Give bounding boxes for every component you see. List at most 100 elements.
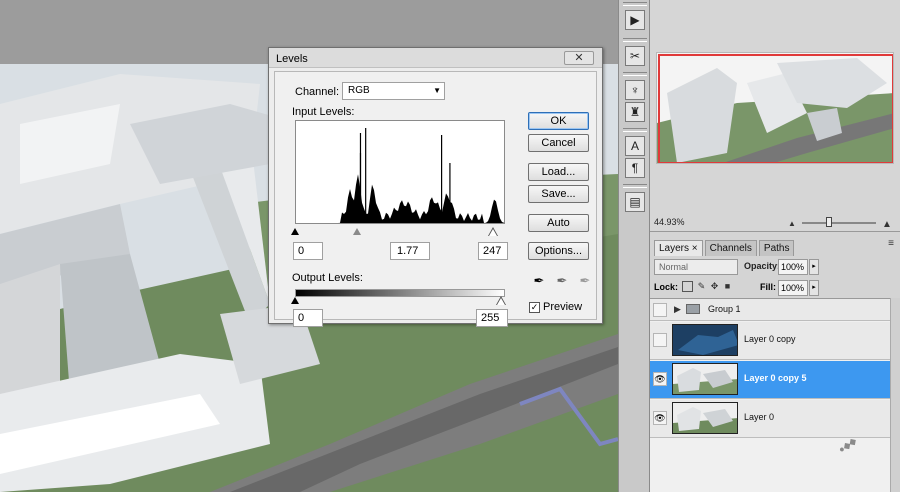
input-white-point-handle[interactable] xyxy=(489,229,497,236)
histogram-fill xyxy=(296,174,504,223)
lock-icon[interactable]: ■ xyxy=(722,281,733,292)
navigator-thumbnail[interactable] xyxy=(656,52,894,164)
eyedropper-black-icon[interactable]: ✒ xyxy=(531,273,547,289)
close-icon[interactable]: ✕ xyxy=(564,51,594,65)
layer-name[interactable]: Layer 0 copy xyxy=(744,334,796,344)
preview-label[interactable]: Preview xyxy=(543,301,582,313)
navigator-view-box[interactable] xyxy=(658,54,893,163)
visibility-toggle[interactable] xyxy=(653,333,667,347)
layers-panel: Layers × Channels Paths ≡ Normal Opacity… xyxy=(650,236,900,492)
layer-thumbnail xyxy=(672,402,738,434)
layer-row-group-1[interactable]: ▶ Group 1 xyxy=(650,299,890,321)
fill-field[interactable]: 100% xyxy=(778,280,808,296)
dialog-body: Channel: RGB ▼ Input Levels: 0 1.77 247 … xyxy=(274,71,597,327)
layer-list: ▶ Group 1 Layer 0 copy 👁 Layer 0 copy 5 … xyxy=(650,298,900,492)
blend-mode-select[interactable]: Normal xyxy=(654,259,738,275)
navigator-zoom-slider[interactable] xyxy=(802,222,876,224)
eyedropper-gray-icon[interactable]: ✒ xyxy=(554,273,570,289)
layer-thumbnail xyxy=(672,363,738,395)
channel-select[interactable]: RGB ▼ xyxy=(342,82,445,100)
output-black-field[interactable]: 0 xyxy=(293,309,323,327)
opacity-arrow-icon[interactable]: ▸ xyxy=(809,259,819,275)
paragraph-icon[interactable]: ¶ xyxy=(625,158,645,178)
histogram xyxy=(295,120,505,224)
input-gamma-field[interactable]: 1.77 xyxy=(390,242,430,260)
layer-thumbnail-image xyxy=(678,330,737,355)
options-button[interactable]: Options... xyxy=(528,242,589,260)
panel-menu-icon[interactable]: ≡ xyxy=(888,238,894,249)
folder-icon xyxy=(686,304,700,314)
eye-icon[interactable]: 👁 xyxy=(653,411,667,425)
save-button[interactable]: Save... xyxy=(528,185,589,203)
zoom-out-icon[interactable]: ▲ xyxy=(788,219,796,228)
layer-list-scrollbar[interactable] xyxy=(890,298,900,492)
lock-row: Lock: ✎ ✥ ■ Fill: 100% ▸ xyxy=(654,280,896,296)
layer-thumbnail xyxy=(672,324,738,356)
output-levels-slider[interactable] xyxy=(291,296,506,306)
output-levels-label: Output Levels: xyxy=(292,272,363,284)
auto-button[interactable]: Auto xyxy=(528,214,589,232)
lock-move-icon[interactable]: ✥ xyxy=(709,281,720,292)
layer-name[interactable]: Group 1 xyxy=(708,304,741,314)
output-black-handle[interactable] xyxy=(291,297,299,304)
output-white-field[interactable]: 255 xyxy=(476,309,508,327)
grip-handle[interactable] xyxy=(623,72,647,76)
lock-transparency-icon[interactable] xyxy=(682,281,693,292)
output-white-handle[interactable] xyxy=(497,298,505,305)
channel-value: RGB xyxy=(348,85,370,96)
expand-arrow-icon[interactable]: ▶ xyxy=(674,304,681,315)
dialog-titlebar[interactable]: Levels ✕ xyxy=(269,48,602,68)
histogram-graph xyxy=(296,128,504,223)
grip-handle[interactable] xyxy=(623,38,647,42)
tool-strip: ▶ ✂ ♆ ♜ A ¶ ▤ xyxy=(618,0,650,492)
visibility-toggle[interactable] xyxy=(653,303,667,317)
fill-label: Fill: xyxy=(760,282,776,292)
fill-arrow-icon[interactable]: ▸ xyxy=(809,280,819,296)
grip-handle[interactable] xyxy=(623,184,647,188)
opacity-label: Opacity: xyxy=(744,261,781,271)
dialog-title: Levels xyxy=(276,53,308,65)
opacity-field[interactable]: 100% xyxy=(778,259,808,275)
navigator-zoom-value[interactable]: 44.93% xyxy=(654,217,685,227)
lock-label: Lock: xyxy=(654,282,679,292)
brush-icon[interactable]: ♆ xyxy=(625,80,645,100)
eyedropper-white-icon[interactable]: ✒ xyxy=(577,273,593,289)
notes-icon[interactable]: ▤ xyxy=(625,192,645,212)
tab-layers[interactable]: Layers × xyxy=(654,240,703,256)
ok-button[interactable]: OK xyxy=(528,112,589,130)
preview-checkbox[interactable]: ✓ xyxy=(529,302,540,313)
input-levels-label: Input Levels: xyxy=(292,106,355,118)
layer-row-layer-0[interactable]: 👁 Layer 0 xyxy=(650,400,890,438)
play-icon[interactable]: ▶ xyxy=(625,10,645,30)
eye-icon[interactable]: 👁 xyxy=(653,372,667,386)
input-levels-slider[interactable] xyxy=(291,225,505,237)
load-button[interactable]: Load... xyxy=(528,163,589,181)
layer-row-layer-0-copy[interactable]: Layer 0 copy xyxy=(650,322,890,360)
layer-row-layer-0-copy-5[interactable]: 👁 Layer 0 copy 5 xyxy=(650,361,890,399)
layer-name[interactable]: Layer 0 copy 5 xyxy=(744,373,807,383)
tools-icon[interactable]: ✂ xyxy=(625,46,645,66)
channel-label: Channel: xyxy=(295,86,340,98)
cancel-button[interactable]: Cancel xyxy=(528,134,589,152)
navigator-zoom-knob[interactable] xyxy=(826,217,832,227)
navigator-panel: 44.93% ▲ ▲ xyxy=(650,0,900,232)
input-black-field[interactable]: 0 xyxy=(293,242,323,260)
tab-paths[interactable]: Paths xyxy=(758,240,795,256)
input-white-field[interactable]: 247 xyxy=(478,242,508,260)
layers-panel-tabs: Layers × Channels Paths xyxy=(654,240,796,256)
grip-handle[interactable] xyxy=(623,2,647,6)
lock-brush-icon[interactable]: ✎ xyxy=(696,281,707,292)
layer-name[interactable]: Layer 0 xyxy=(744,412,774,422)
input-gamma-handle[interactable] xyxy=(353,228,361,235)
text-tool-icon[interactable]: A xyxy=(625,136,645,156)
clone-stamp-icon[interactable]: ♜ xyxy=(625,102,645,122)
levels-dialog: Levels ✕ Channel: RGB ▼ Input Levels: 0 … xyxy=(268,47,603,327)
layer-thumbnail-image xyxy=(673,407,737,433)
right-panels: 44.93% ▲ ▲ Layers × Channels Paths ≡ Nor… xyxy=(650,0,900,492)
tab-channels[interactable]: Channels xyxy=(704,240,757,256)
zoom-in-icon[interactable]: ▲ xyxy=(882,219,892,230)
grip-handle[interactable] xyxy=(623,128,647,132)
input-black-point-handle[interactable] xyxy=(291,228,299,235)
chevron-down-icon: ▼ xyxy=(433,86,441,95)
layer-thumbnail-image xyxy=(673,368,737,394)
